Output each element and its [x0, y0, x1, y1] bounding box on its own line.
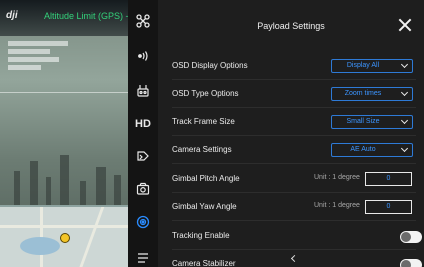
- gimbal-yaw-input[interactable]: 0: [365, 200, 412, 214]
- gimbal-yaw-label: Gimbal Yaw Angle: [172, 202, 237, 211]
- payload-settings-panel: Payload Settings OSD Display Options Dis…: [158, 0, 424, 267]
- osd-display-value: Display All: [346, 62, 380, 69]
- camera-icon[interactable]: [128, 177, 158, 201]
- tracking-toggle[interactable]: [400, 231, 422, 243]
- aircraft-location-icon: [60, 233, 70, 243]
- stabilizer-label: Camera Stabilizer: [172, 259, 236, 267]
- target-icon[interactable]: [128, 210, 158, 234]
- gimbal-yaw-unit: Unit : 1 degree: [314, 202, 360, 209]
- row-track-frame: Track Frame Size Small Size: [172, 108, 416, 136]
- payload-icon[interactable]: [128, 144, 158, 168]
- gimbal-pitch-unit: Unit : 1 degree: [314, 174, 360, 181]
- city-skyline: [0, 145, 128, 205]
- more-icon[interactable]: [128, 246, 158, 267]
- mini-map[interactable]: [0, 205, 128, 267]
- hd-icon[interactable]: HD: [128, 112, 158, 136]
- gimbal-pitch-input[interactable]: 0: [365, 172, 412, 186]
- remote-controller-icon[interactable]: [128, 79, 158, 103]
- panel-title: Payload Settings: [257, 21, 325, 31]
- chevron-down-icon: [400, 144, 409, 153]
- camera-settings-label: Camera Settings: [172, 145, 232, 154]
- track-frame-value: Small Size: [346, 118, 380, 125]
- tracking-label: Tracking Enable: [172, 231, 230, 240]
- chevron-down-icon: [400, 116, 409, 125]
- osd-type-select[interactable]: Zoom times: [331, 87, 413, 101]
- row-gimbal-yaw: Gimbal Yaw Angle Unit : 1 degree 0: [172, 193, 416, 221]
- row-gimbal-pitch: Gimbal Pitch Angle Unit : 1 degree 0: [172, 165, 416, 193]
- settings-rail: HD: [128, 0, 158, 267]
- row-tracking: Tracking Enable: [172, 222, 422, 250]
- row-camera-settings: Camera Settings AE Auto: [172, 136, 416, 164]
- chevron-down-icon: [400, 88, 409, 97]
- close-icon[interactable]: [398, 18, 412, 32]
- flight-status[interactable]: Altitude Limit (GPS) - M: [44, 11, 128, 21]
- chevron-down-icon: [400, 60, 409, 69]
- feed-top-bar: dji Altitude Limit (GPS) - M: [0, 0, 128, 36]
- signal-icon[interactable]: [128, 44, 158, 68]
- drone-icon[interactable]: [128, 9, 158, 33]
- dji-logo[interactable]: dji: [6, 10, 18, 21]
- camera-settings-select[interactable]: AE Auto: [331, 143, 413, 157]
- track-frame-label: Track Frame Size: [172, 117, 235, 126]
- row-osd-type: OSD Type Options Zoom times: [172, 80, 416, 108]
- osd-type-value: Zoom times: [344, 90, 382, 97]
- row-osd-display: OSD Display Options Display All: [172, 52, 416, 80]
- telemetry-overlay: [8, 38, 68, 84]
- camera-feed[interactable]: dji Altitude Limit (GPS) - M: [0, 0, 128, 267]
- osd-display-select[interactable]: Display All: [331, 59, 413, 73]
- stabilizer-toggle[interactable]: [400, 259, 422, 267]
- track-frame-select[interactable]: Small Size: [331, 115, 413, 129]
- camera-settings-value: AE Auto: [350, 146, 376, 153]
- map-water: [20, 237, 60, 255]
- osd-type-label: OSD Type Options: [172, 89, 239, 98]
- gimbal-pitch-label: Gimbal Pitch Angle: [172, 174, 240, 183]
- horizon-line: [0, 92, 128, 93]
- osd-display-label: OSD Display Options: [172, 61, 248, 70]
